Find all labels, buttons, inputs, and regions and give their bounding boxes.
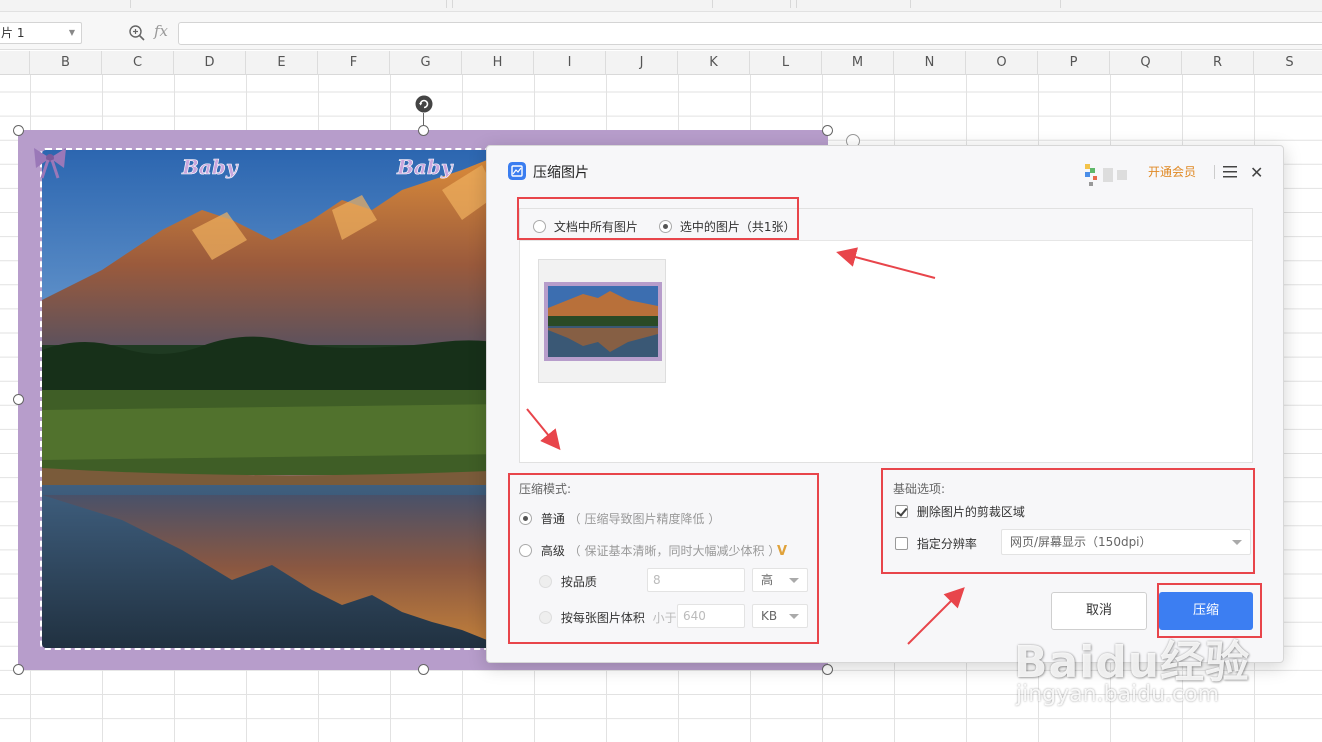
annotation-box-mode [508,473,819,644]
column-header-n[interactable]: N [894,51,966,75]
resize-handle-b[interactable] [418,664,429,675]
column-header-partial[interactable] [0,51,30,75]
baidu-watermark: Baidu经验 [1014,637,1251,688]
formula-input[interactable] [178,22,1322,45]
column-header-s[interactable]: S [1254,51,1322,75]
resize-handle-t[interactable] [418,125,429,136]
image-thumbnail [544,282,662,361]
spreadsheet-window: 片 1 ▼ fx BCDEFGHIJKLMNOPQRS Baby Baby 压缩… [0,0,1322,742]
resize-handle-tl[interactable] [13,125,24,136]
column-header: BCDEFGHIJKLMNOPQRS [0,51,1322,75]
annotation-box-scope [517,197,799,240]
column-header-b[interactable]: B [30,51,102,75]
vip-pixel-icon[interactable] [1083,160,1133,190]
column-header-e[interactable]: E [246,51,318,75]
column-header-g[interactable]: G [390,51,462,75]
column-header-j[interactable]: J [606,51,678,75]
column-header-c[interactable]: C [102,51,174,75]
brand-text-1: Baby [181,155,239,179]
name-box[interactable]: 片 1 ▼ [0,22,82,44]
image-thumbnail-card[interactable] [538,259,666,383]
column-header-k[interactable]: K [678,51,750,75]
column-header-i[interactable]: I [534,51,606,75]
vip-link[interactable]: 开通会员 [1148,163,1196,180]
brand-text-2: Baby [396,155,454,179]
baidu-watermark-url: jingyan.baidu.com [1016,682,1220,707]
resize-handle-tr[interactable] [822,125,833,136]
resize-handle-l[interactable] [13,394,24,405]
cancel-button[interactable]: 取消 [1051,592,1147,630]
fx-icon[interactable]: fx [154,22,168,40]
chevron-down-icon[interactable]: ▼ [69,23,75,43]
column-header-r[interactable]: R [1182,51,1254,75]
rotate-handle-icon[interactable] [415,95,433,113]
column-header-m[interactable]: M [822,51,894,75]
resize-handle-bl[interactable] [13,664,24,675]
name-box-value: 片 1 [1,26,25,40]
column-header-q[interactable]: Q [1110,51,1182,75]
column-header-l[interactable]: L [750,51,822,75]
title-divider [1214,165,1215,179]
resize-handle-br[interactable] [822,664,833,675]
zoom-icon[interactable] [128,24,146,42]
bow-icon [34,148,66,179]
ribbon-edge [0,0,1322,12]
annotation-box-basic [881,468,1255,574]
image-scope-panel: 文档中所有图片 选中的图片（共1张） [519,208,1253,463]
column-header-h[interactable]: H [462,51,534,75]
column-header-d[interactable]: D [174,51,246,75]
column-header-o[interactable]: O [966,51,1038,75]
close-icon[interactable]: ✕ [1250,163,1263,182]
compress-image-icon [508,162,526,180]
column-header-p[interactable]: P [1038,51,1110,75]
column-header-f[interactable]: F [318,51,390,75]
menu-icon[interactable] [1223,165,1237,178]
formula-bar: 片 1 ▼ fx [0,12,1322,50]
dialog-title: 压缩图片 [533,165,589,181]
